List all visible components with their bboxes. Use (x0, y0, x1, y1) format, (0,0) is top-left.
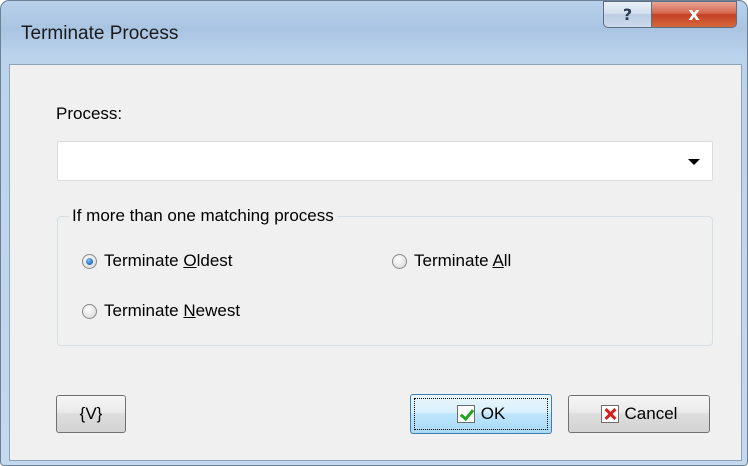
group-legend: If more than one matching process (69, 206, 337, 226)
dialog-body: Process: If more than one matching proce… (9, 64, 742, 461)
chevron-down-icon[interactable] (688, 159, 700, 165)
process-label: Process: (56, 104, 123, 123)
variables-button[interactable]: {V} (56, 395, 126, 433)
radio-terminate-all[interactable]: Terminate All (392, 251, 511, 271)
caption-buttons: ? x (603, 1, 737, 29)
dialog-window: Terminate Process ? x Process: If more t… (0, 0, 748, 466)
focus-ring (414, 398, 548, 430)
help-icon: ? (622, 5, 633, 24)
radio-label-newest: Terminate Newest (104, 301, 241, 320)
radio-terminate-newest[interactable]: Terminate Newest (82, 301, 240, 321)
matching-process-group: If more than one matching process Termin… (57, 206, 713, 346)
close-icon: x (688, 4, 700, 25)
radio-terminate-oldest[interactable]: Terminate Oldest (82, 251, 233, 271)
radio-circle[interactable] (82, 303, 97, 319)
window-title: Terminate Process (21, 23, 179, 44)
help-button[interactable]: ? (603, 1, 651, 28)
ok-button[interactable]: OK (410, 394, 552, 434)
radio-label-all: Terminate All (414, 251, 512, 270)
check-icon (456, 405, 475, 423)
cancel-label: Cancel (624, 404, 678, 423)
radio-label-oldest: Terminate Oldest (104, 251, 233, 270)
close-button[interactable]: x (651, 1, 737, 28)
process-combobox[interactable] (57, 141, 713, 181)
x-icon (600, 405, 619, 423)
title-bar[interactable]: Terminate Process ? x (1, 1, 747, 63)
radio-circle-checked[interactable] (82, 253, 97, 269)
cancel-button[interactable]: Cancel (568, 395, 710, 433)
radio-circle[interactable] (392, 253, 407, 269)
